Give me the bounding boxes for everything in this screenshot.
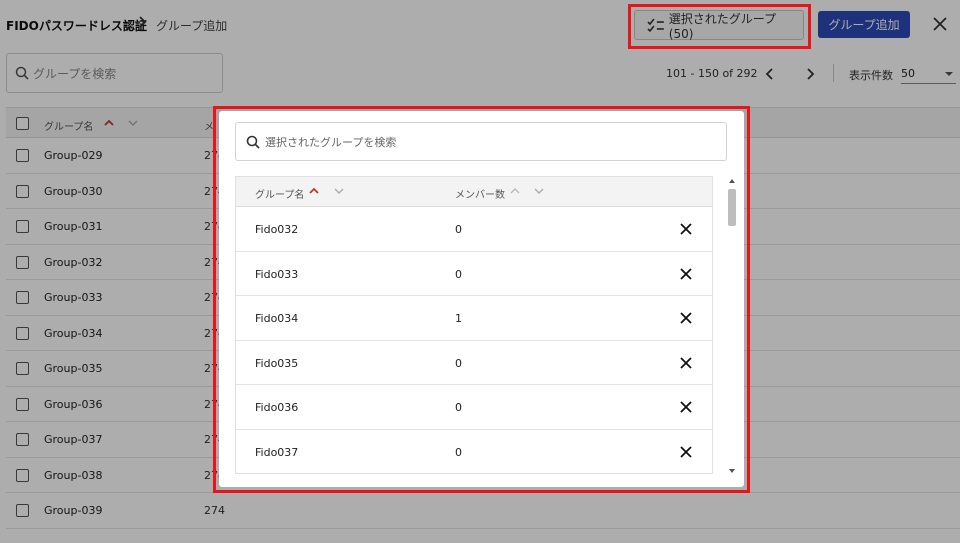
- highlight-modal: [213, 106, 750, 493]
- highlight-selected-groups-button: [628, 4, 811, 49]
